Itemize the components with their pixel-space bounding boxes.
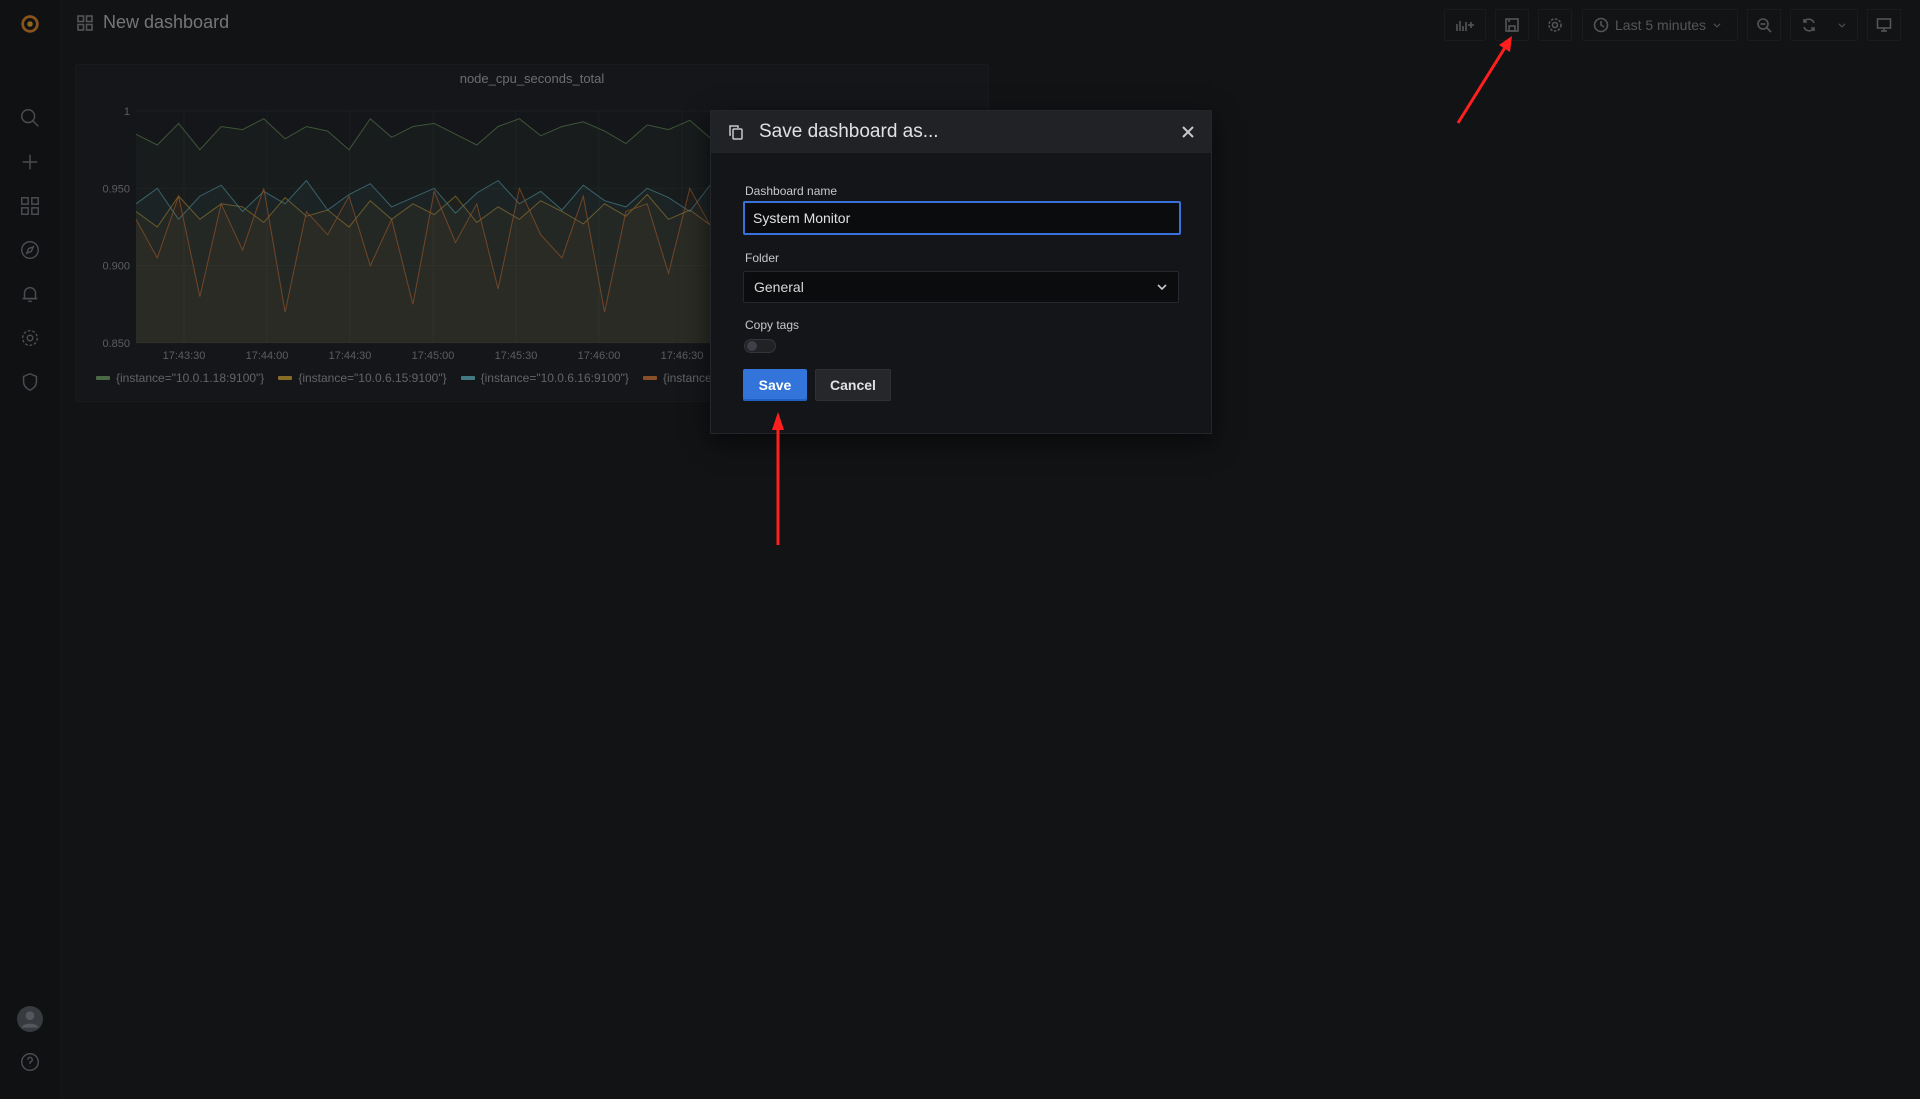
folder-label: Folder xyxy=(745,251,780,265)
dashboard-name-label: Dashboard name xyxy=(745,184,838,198)
modal-header: Save dashboard as... xyxy=(711,111,1211,153)
cancel-button[interactable]: Cancel xyxy=(815,369,891,401)
close-icon xyxy=(1182,126,1194,138)
toggle-knob xyxy=(747,341,757,351)
copy-tags-toggle[interactable] xyxy=(744,339,776,353)
chevron-down-icon xyxy=(1157,284,1167,291)
close-button[interactable] xyxy=(1177,121,1199,143)
folder-select[interactable]: General xyxy=(743,271,1179,303)
copy-icon xyxy=(729,125,743,140)
save-dashboard-modal: Save dashboard as... Dashboard name Fold… xyxy=(710,110,1212,434)
save-button[interactable]: Save xyxy=(743,369,807,401)
folder-value: General xyxy=(754,279,804,295)
dashboard-name-input[interactable] xyxy=(743,201,1181,235)
copy-tags-label: Copy tags xyxy=(745,318,800,332)
modal-title: Save dashboard as... xyxy=(759,121,939,142)
